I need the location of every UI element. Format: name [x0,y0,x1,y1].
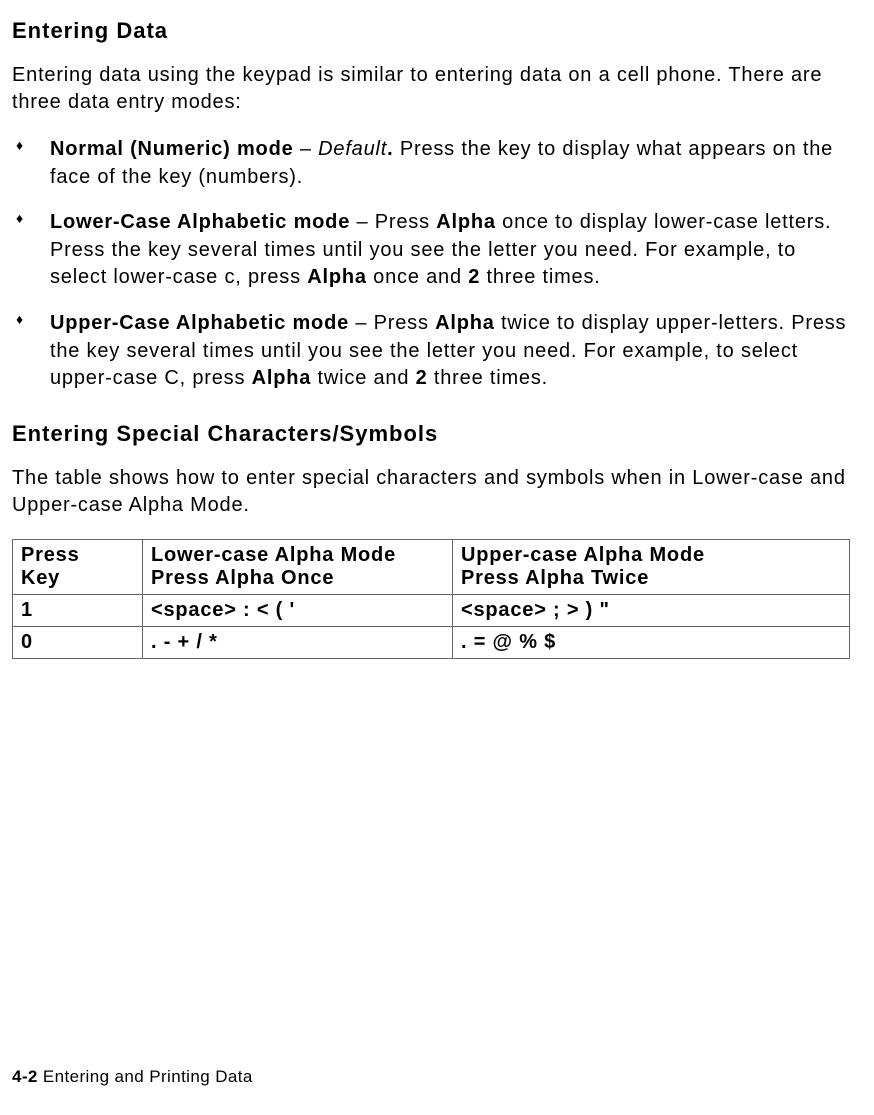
mode-tail: three times. [480,266,600,288]
heading-special-chars: Entering Special Characters/Symbols [12,421,850,447]
cell-upper-mode: . = @ % $ [453,626,850,658]
mode-mid2: once and [367,266,468,288]
cell-press-key: 1 [13,594,143,626]
mode-sep: – [294,138,319,160]
mode-item-uppercase: Upper-Case Alphabetic mode – Press Alpha… [12,310,850,393]
mode-default-label: Default [318,138,387,160]
header-line: Press Alpha Once [151,567,334,589]
header-line: Press Alpha Twice [461,567,649,589]
mode-item-normal: Normal (Numeric) mode – Default. Press t… [12,136,850,191]
special-chars-intro: The table shows how to enter special cha… [12,465,850,519]
mode-pre: Press [374,312,435,334]
alpha-key: Alpha [435,312,495,334]
number-key: 2 [468,266,480,288]
mode-stop: . [387,138,400,160]
mode-sep: – [350,211,375,233]
footer-title: Entering and Printing Data [38,1067,253,1086]
header-line: Upper-case Alpha Mode [461,544,705,566]
alpha-key: Alpha [252,367,312,389]
mode-tail: three times. [428,367,548,389]
header-line: Key [21,567,60,589]
col-header-lower-mode: Lower-case Alpha Mode Press Alpha Once [143,539,453,594]
page-number: 4-2 [12,1067,38,1086]
mode-pre: Press [375,211,436,233]
mode-title: Normal (Numeric) mode [50,138,294,160]
cell-lower-mode: . - + / * [143,626,453,658]
alpha-key: Alpha [307,266,367,288]
table-row: 1 <space> : < ( ' <space> ; > ) " [13,594,850,626]
cell-upper-mode: <space> ; > ) " [453,594,850,626]
mode-title: Upper-Case Alphabetic mode [50,312,349,334]
number-key: 2 [416,367,428,389]
heading-entering-data: Entering Data [12,18,850,44]
special-chars-table: Press Key Lower-case Alpha Mode Press Al… [12,539,850,659]
mode-item-lowercase: Lower-Case Alphabetic mode – Press Alpha… [12,209,850,292]
cell-lower-mode: <space> : < ( ' [143,594,453,626]
col-header-upper-mode: Upper-case Alpha Mode Press Alpha Twice [453,539,850,594]
page-footer: 4-2 Entering and Printing Data [12,1067,253,1087]
header-line: Press [21,544,80,566]
table-row: 0 . - + / * . = @ % $ [13,626,850,658]
table-header-row: Press Key Lower-case Alpha Mode Press Al… [13,539,850,594]
header-line: Lower-case Alpha Mode [151,544,396,566]
mode-mid2: twice and [311,367,415,389]
cell-press-key: 0 [13,626,143,658]
alpha-key: Alpha [436,211,496,233]
mode-list: Normal (Numeric) mode – Default. Press t… [12,136,850,393]
mode-title: Lower-Case Alphabetic mode [50,211,350,233]
mode-sep: – [349,312,374,334]
col-header-press-key: Press Key [13,539,143,594]
intro-paragraph: Entering data using the keypad is simila… [12,62,850,116]
